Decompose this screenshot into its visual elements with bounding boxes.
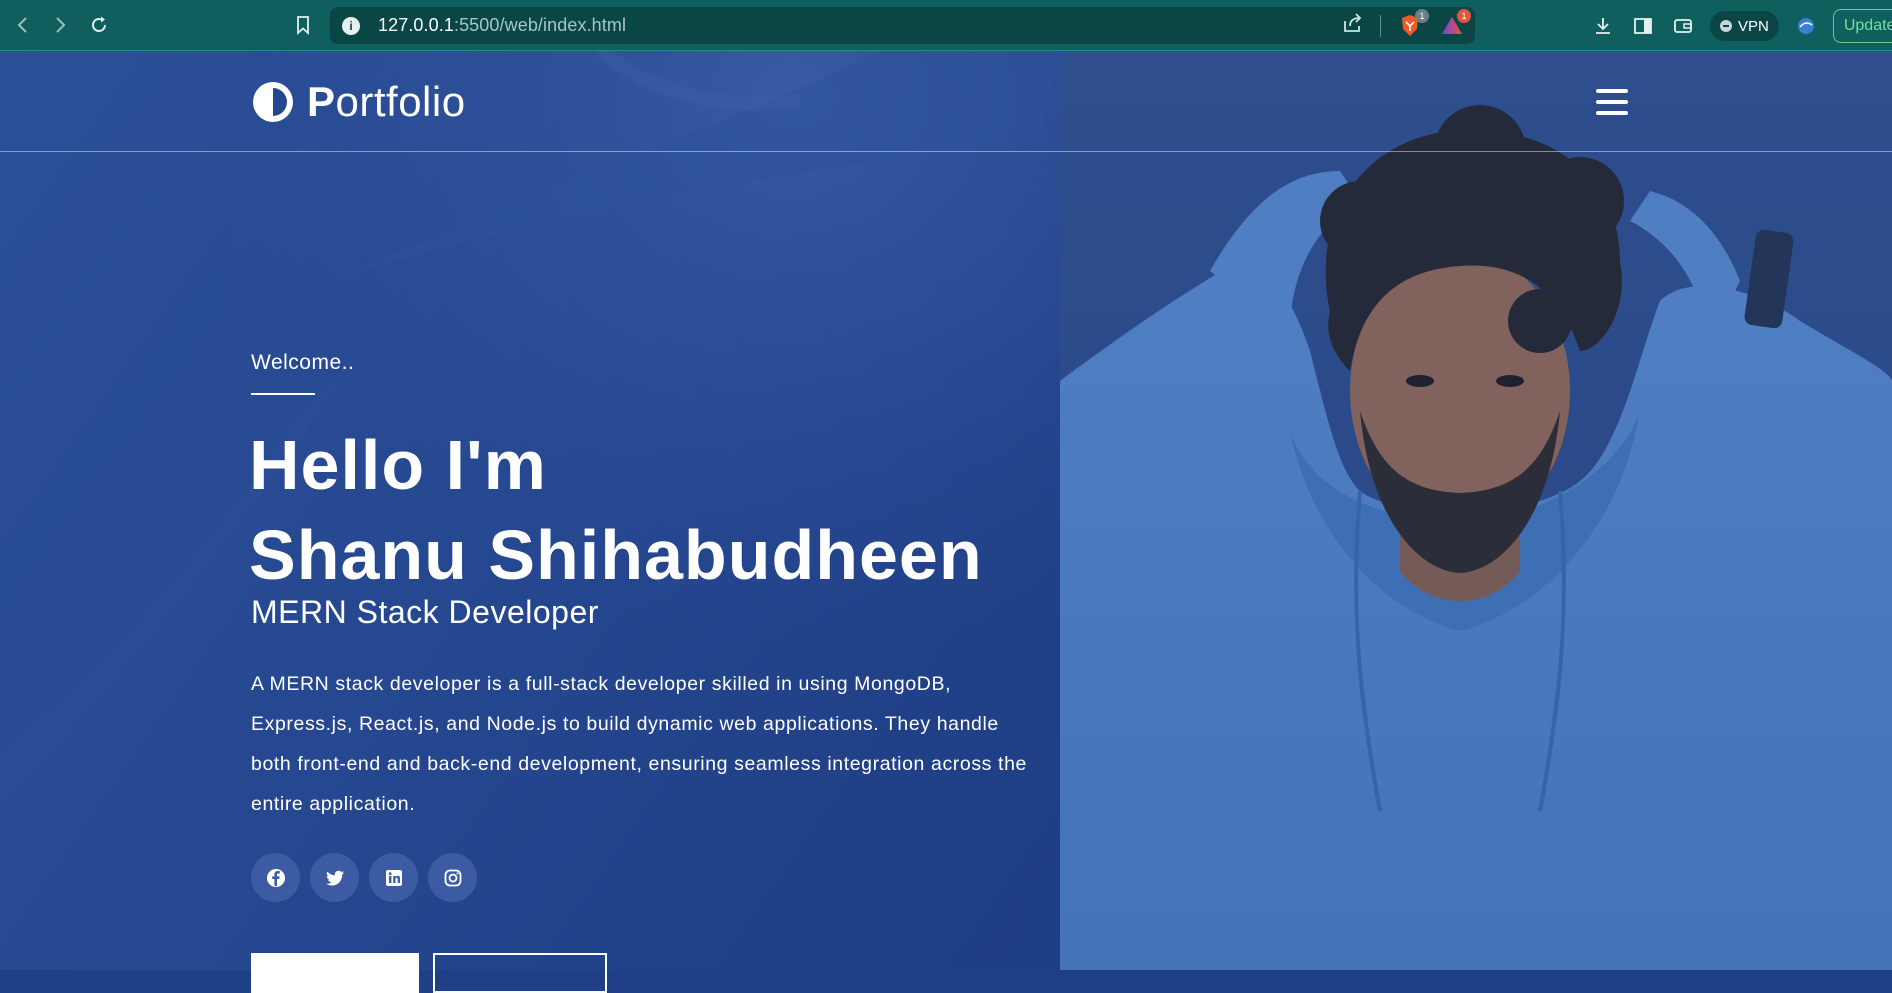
update-button[interactable]: Update ☰ (1832, 9, 1892, 43)
update-label: Update (1843, 17, 1892, 34)
half-circle-logo-icon (253, 82, 293, 122)
reload-icon[interactable] (84, 10, 114, 40)
logo-text: Portfolio (307, 78, 466, 126)
hamburger-menu-icon[interactable] (1596, 89, 1628, 117)
url-path: :5500/web/index.html (453, 15, 627, 35)
role-subtitle: MERN Stack Developer (251, 594, 599, 630)
twitter-icon (325, 870, 344, 885)
toolbar-divider (1380, 14, 1381, 37)
share-icon[interactable] (1342, 12, 1364, 39)
bio-paragraph: A MERN stack developer is a full-stack d… (251, 673, 1027, 815)
facebook-link[interactable] (251, 853, 300, 902)
secondary-cta-button[interactable] (433, 953, 607, 993)
site-header: Portfolio (0, 51, 1892, 152)
welcome-underline (251, 393, 315, 395)
instagram-link[interactable] (428, 853, 477, 902)
address-bar[interactable]: i 127.0.0.1:5500/web/index.html 1 1 (330, 7, 1475, 44)
facebook-icon (266, 868, 285, 887)
hero-headline: Hello I'm Shanu Shihabudheen (249, 420, 983, 600)
url-host: 127.0.0.1 (378, 15, 454, 35)
logo-rest: ortfolio (335, 78, 466, 125)
linkedin-link[interactable] (369, 853, 418, 902)
download-icon[interactable] (1590, 13, 1616, 39)
url-text[interactable]: 127.0.0.1:5500/web/index.html (378, 15, 626, 36)
headline-line-2: Shanu Shihabudheen (249, 516, 983, 594)
logo-initial: P (307, 78, 336, 125)
menu-bar (1596, 89, 1628, 93)
forward-icon[interactable] (45, 10, 75, 40)
browser-toolbar: i 127.0.0.1:5500/web/index.html 1 1 VPN … (0, 0, 1892, 51)
bookmark-icon[interactable] (288, 10, 318, 40)
welcome-text: Welcome.. (251, 351, 355, 374)
wallet-icon[interactable] (1670, 13, 1696, 39)
primary-cta-button[interactable] (251, 953, 419, 993)
rewards-badge: 1 (1457, 8, 1471, 23)
portrait-photo (1060, 51, 1892, 970)
brave-badge: 1 (1415, 8, 1429, 23)
vpn-label: VPN (1738, 17, 1769, 35)
instagram-icon (444, 869, 461, 886)
leo-ai-icon[interactable] (1793, 13, 1819, 39)
vpn-status-icon (1720, 20, 1732, 32)
back-icon[interactable] (8, 10, 38, 40)
social-links (251, 853, 477, 902)
menu-bar (1596, 100, 1628, 104)
sidebar-toggle-icon[interactable] (1630, 13, 1656, 39)
site-logo[interactable]: Portfolio (251, 78, 466, 126)
brave-rewards-icon[interactable]: 1 (1439, 8, 1471, 39)
vpn-button[interactable]: VPN (1710, 11, 1779, 41)
twitter-link[interactable] (310, 853, 359, 902)
site-info-icon[interactable]: i (342, 16, 360, 35)
linkedin-icon (385, 869, 402, 886)
menu-bar (1596, 111, 1628, 115)
headline-line-1: Hello I'm (249, 426, 547, 504)
cta-buttons (251, 953, 607, 993)
brave-shields-icon[interactable]: 1 (1397, 8, 1429, 39)
